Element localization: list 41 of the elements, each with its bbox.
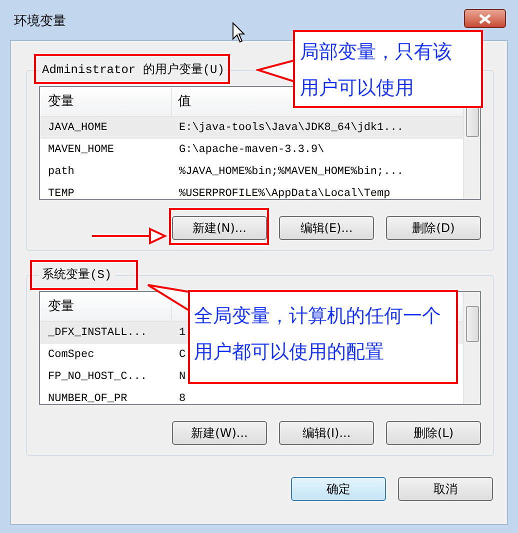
variable-name: JAVA_HOME xyxy=(47,120,108,136)
window-title: 环境变量 xyxy=(14,13,66,31)
variable-value: 8 xyxy=(178,392,186,404)
variable-name: ComSpec xyxy=(47,348,96,363)
column-header[interactable]: 值 xyxy=(172,87,191,116)
variable-name: _DFX_INSTALL... xyxy=(47,326,148,341)
variable-row[interactable]: MAVEN_HOME G:\apache-maven-3.3.9\ xyxy=(40,139,463,161)
variable-row[interactable]: path %JAVA_HOME%bin;%MAVEN_HOME%bin;... xyxy=(40,161,463,183)
variable-value: C xyxy=(178,348,186,363)
variable-name: TEMP xyxy=(47,186,76,199)
variable-row[interactable]: JAVA_HOME E:\java-tools\Java\JDK8_64\jdk1... xyxy=(40,117,463,139)
variable-name: NUMBER_OF_PR xyxy=(47,392,128,404)
annotation-text: 局部变量，只有该用户可以使用 xyxy=(300,40,453,101)
variable-row[interactable]: TEMP %USERPROFILE%\AppData\Local\Temp xyxy=(40,183,463,199)
dialog-button[interactable]: 确定 xyxy=(291,477,386,501)
dialog-button[interactable]: 删除(L) xyxy=(386,421,481,445)
variable-value: %USERPROFILE%\AppData\Local\Temp xyxy=(178,186,390,199)
dialog-button[interactable]: 新建(N)... xyxy=(172,216,267,240)
column-header[interactable]: 变量 xyxy=(40,87,172,116)
variable-row[interactable]: NUMBER_OF_PR 8 xyxy=(40,388,463,404)
dialog-button[interactable]: 编辑(I)... xyxy=(279,421,374,445)
dialog-button[interactable]: 新建(W)... xyxy=(172,421,267,445)
variable-name: MAVEN_HOME xyxy=(47,142,116,158)
dialog-button[interactable]: 删除(D) xyxy=(386,216,481,240)
group-label: 系统变量(S) xyxy=(42,267,112,283)
variable-name: path xyxy=(47,164,76,180)
variable-value: E:\java-tools\Java\JDK8_64\jdk1... xyxy=(178,120,404,136)
annotation-text: 全局变量，计算机的任何一个用户都可以使用的配置 xyxy=(194,304,442,365)
variable-value: 1 xyxy=(178,326,186,341)
dialog-button[interactable]: 取消 xyxy=(398,477,493,501)
variable-value: %JAVA_HOME%bin;%MAVEN_HOME%bin;... xyxy=(178,164,404,180)
mouse-cursor-icon xyxy=(232,22,246,44)
variable-name: FP_NO_HOST_C... xyxy=(47,370,148,385)
variable-value: G:\apache-maven-3.3.9\ xyxy=(178,142,324,158)
close-icon xyxy=(479,14,491,24)
arrow-icon xyxy=(92,226,167,246)
dialog-button[interactable]: 编辑(E)... xyxy=(279,216,374,240)
scrollbar[interactable] xyxy=(463,292,480,404)
group-label: Administrator 的用户变量(U) xyxy=(42,62,224,78)
close-button[interactable] xyxy=(464,9,506,28)
variable-value: N xyxy=(178,370,186,385)
